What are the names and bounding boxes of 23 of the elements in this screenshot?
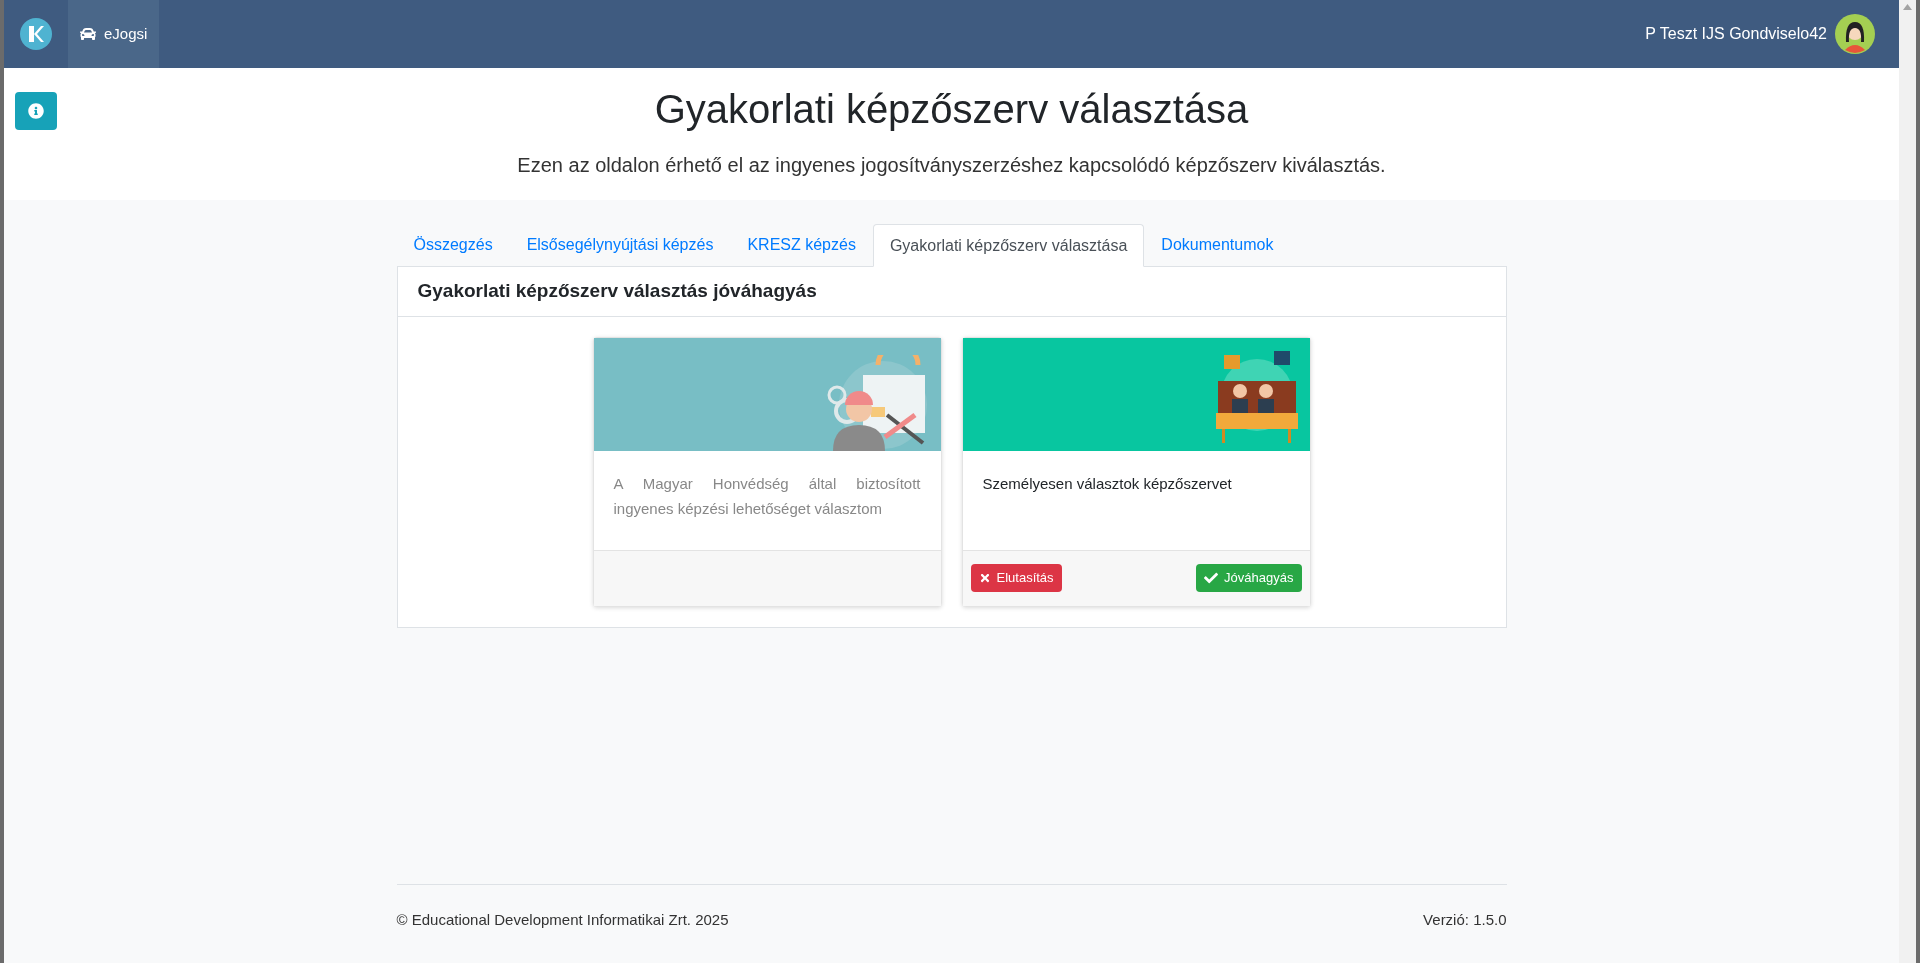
version-text: Verzió: 1.5.0 [1423,909,1507,930]
card-text: Személyesen választok képzőszervet [981,473,1233,494]
panel-title: Gyakorlati képzőszerv választás jóváhagyás [397,267,1506,317]
page-title: Gyakorlati képzőszerv választása [654,86,1249,133]
tab[interactable]: Összegzés [396,224,510,266]
car-icon [80,26,96,42]
close-icon [978,572,991,584]
info-icon [28,103,44,119]
info-button[interactable] [15,92,57,130]
reject-button[interactable]: Elutasítás [970,564,1062,592]
tab[interactable]: Dokumentumok [1144,224,1291,266]
tab[interactable]: Elsősegélynyújtási képzés [509,224,731,266]
card-text: A Magyar Honvédség által biztosított ingyenes képzési lehetőséget választom [612,473,922,519]
approve-button[interactable]: Jóváhagyás [1196,564,1302,592]
avatar-icon[interactable] [1835,14,1875,54]
copyright-text: © Educational Development Informatikai Zrt. 2025 [396,909,729,930]
user-name[interactable]: P Teszt IJS Gondviselo42 [1645,22,1827,46]
tab[interactable]: Gyakorlati képzőszerv választása [872,224,1145,267]
page-subtitle: Ezen az oldalon érhető el az ingyenes jogosítványszerzéshez kapcsolódó képzőszerv kiválasztás. [517,153,1386,178]
nav-link[interactable]: eJogsi [68,0,160,68]
check-icon [1204,571,1219,585]
logo-icon[interactable] [20,18,52,50]
tab[interactable]: KRESZ képzés [730,224,873,266]
